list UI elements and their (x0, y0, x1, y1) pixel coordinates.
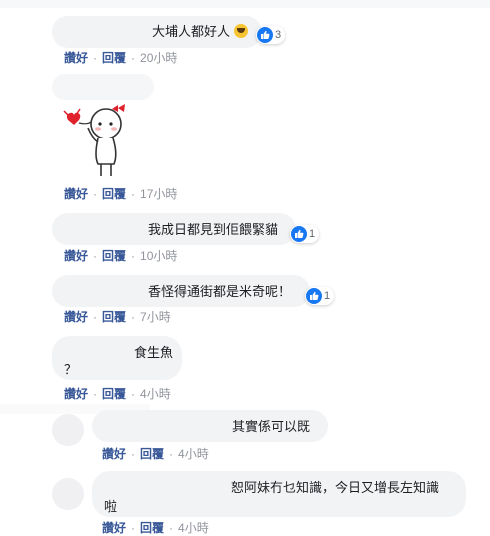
separator: · (169, 520, 174, 535)
reply-button[interactable]: 回覆 (140, 445, 164, 462)
separator: · (93, 186, 98, 201)
comment-text: 恕阿妹冇乜知識，今日又增長左知識 (231, 480, 440, 495)
comment-actions: 讚好 · 回覆 · 4小時 (64, 385, 171, 402)
like-button[interactable]: 讚好 (64, 185, 88, 202)
reply-button[interactable]: 回覆 (102, 385, 126, 402)
separator: · (131, 386, 136, 401)
comment-bubble: 食生魚 ？ (52, 336, 182, 380)
comment-text: 啦 (104, 499, 118, 514)
comment-actions: 讚好 · 回覆 · 4小時 (102, 519, 209, 536)
comment-text: 我成日都見到佢餵緊貓 (148, 222, 279, 237)
reply-button[interactable]: 回覆 (102, 308, 126, 325)
comment-text: ？ (64, 362, 78, 377)
comment-text: 食生魚 (134, 345, 174, 360)
timestamp[interactable]: 10小時 (140, 247, 177, 264)
separator: · (131, 520, 136, 535)
comment-text: 大埔人都好人 (152, 24, 231, 39)
timestamp[interactable]: 20小時 (140, 49, 177, 66)
like-button[interactable]: 讚好 (102, 519, 126, 536)
redacted-name (52, 74, 154, 100)
reaction-count: 1 (309, 228, 316, 240)
separator: · (169, 446, 174, 461)
reaction-count: 1 (324, 290, 331, 302)
reply-button[interactable]: 回覆 (102, 49, 126, 66)
separator: · (131, 446, 136, 461)
separator: · (93, 248, 98, 263)
reaction-summary[interactable]: 3 (256, 26, 286, 44)
comment-actions: 讚好 · 回覆 · 7小時 (64, 308, 171, 325)
reply-button[interactable]: 回覆 (102, 247, 126, 264)
comment-bubble: 香怪得通街都是米奇呢！ (52, 275, 310, 307)
separator: · (131, 50, 136, 65)
comment-actions: 讚好 · 回覆 · 10小時 (64, 247, 177, 264)
heart-icon (66, 112, 81, 125)
timestamp[interactable]: 7小時 (140, 308, 171, 325)
like-button[interactable]: 讚好 (64, 247, 88, 264)
separator: · (93, 50, 98, 65)
like-button[interactable]: 讚好 (102, 445, 126, 462)
comment-text: 香怪得通街都是米奇呢！ (148, 284, 292, 299)
comment-bubble: 我成日都見到佢餵緊貓 (52, 213, 296, 245)
separator: · (131, 186, 136, 201)
comment-actions: 讚好 · 回覆 · 17小時 (64, 185, 177, 202)
comment-actions: 讚好 · 回覆 · 4小時 (102, 445, 209, 462)
timestamp[interactable]: 4小時 (140, 385, 171, 402)
like-button[interactable]: 讚好 (64, 308, 88, 325)
timestamp[interactable]: 17小時 (140, 185, 177, 202)
comment-bubble: 其實係可以既 (92, 410, 328, 442)
reply-button[interactable]: 回覆 (140, 519, 164, 536)
separator: · (131, 309, 136, 324)
separator: · (93, 386, 98, 401)
comment-actions: 讚好 · 回覆 · 20小時 (64, 49, 177, 66)
reply-button[interactable]: 回覆 (102, 185, 126, 202)
separator: · (131, 248, 136, 263)
like-reaction-icon (257, 27, 273, 43)
like-button[interactable]: 讚好 (64, 49, 88, 66)
comment-bubble: 大埔人都好人 (52, 16, 262, 48)
laughing-emoji-icon (233, 24, 248, 38)
sticker (56, 102, 140, 182)
reaction-summary[interactable]: 1 (305, 287, 335, 305)
avatar[interactable] (52, 414, 84, 446)
like-button[interactable]: 讚好 (64, 385, 88, 402)
redacted-name (0, 0, 490, 8)
reaction-count: 3 (275, 29, 282, 41)
comment-bubble: 恕阿妹冇乜知識，今日又增長左知識 啦 (92, 471, 466, 517)
comment-text: 其實係可以既 (232, 419, 311, 434)
timestamp[interactable]: 4小時 (178, 519, 209, 536)
reaction-summary[interactable]: 1 (290, 225, 320, 243)
like-reaction-icon (291, 226, 307, 242)
separator: · (93, 309, 98, 324)
timestamp[interactable]: 4小時 (178, 445, 209, 462)
like-reaction-icon (306, 288, 322, 304)
avatar[interactable] (52, 478, 84, 510)
